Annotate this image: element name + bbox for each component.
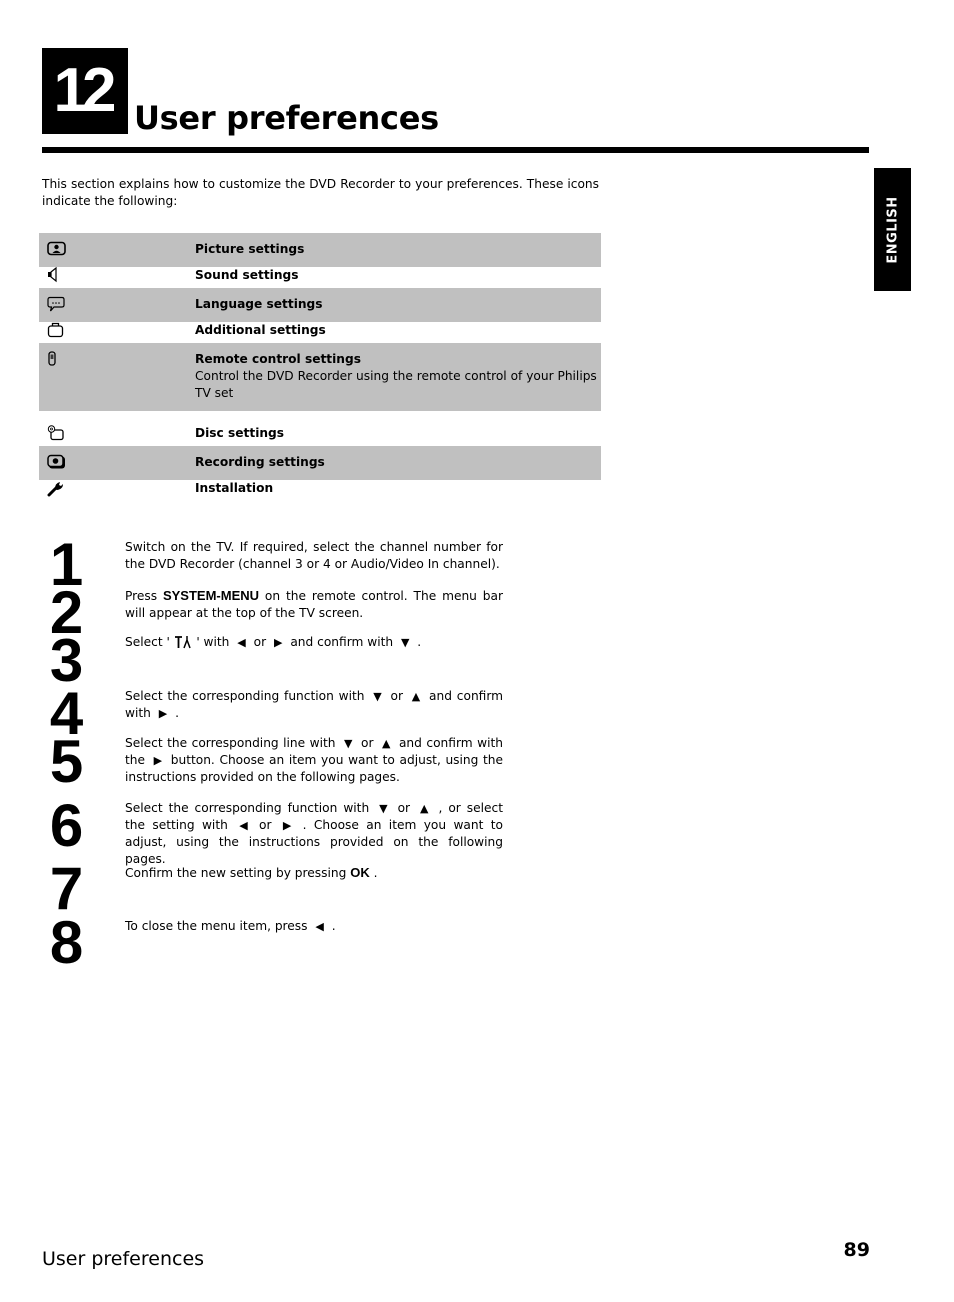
step-text: Confirm the new setting by pressing OK . (125, 865, 378, 880)
left-arrow-icon: ◀ (239, 819, 248, 832)
legend-row-installation: Installation (39, 480, 601, 501)
legend-row-language: Language settings (39, 288, 601, 322)
legend-label: Sound settings (195, 268, 299, 282)
legend-description: Control the DVD Recorder using the remot… (195, 369, 597, 400)
page-number: 89 (843, 1239, 870, 1261)
ok-key-label: OK (350, 865, 370, 880)
title-divider (42, 147, 869, 153)
legend-row-additional: Additional settings (39, 322, 601, 343)
legend-label: Picture settings (195, 242, 305, 256)
up-arrow-icon: ▲ (381, 737, 391, 750)
wrench-icon (47, 480, 67, 498)
language-tab: ENGLISH (874, 168, 911, 291)
down-arrow-icon: ▼ (373, 690, 382, 703)
legend-row-picture: Picture settings (39, 233, 601, 267)
right-arrow-icon: ▶ (282, 819, 292, 832)
chapter-number-badge: 12 (42, 48, 128, 134)
legend-label: Additional settings (195, 323, 326, 337)
briefcase-icon (47, 322, 67, 340)
step-text: Press SYSTEM-MENU on the remote control.… (125, 588, 503, 620)
left-arrow-icon: ◀ (315, 920, 324, 933)
legend-label: Remote control settings (195, 352, 361, 366)
step-text: Select ' ' with ◀ or ▶ and confirm with … (125, 635, 422, 649)
record-icon (47, 454, 67, 472)
legend-row-remote: Remote control settings Control the DVD … (39, 343, 601, 411)
icon-legend-table: Picture settings Sound settings Language… (39, 233, 601, 501)
step-text: Select the corresponding function with ▼… (125, 801, 503, 866)
speaker-icon (47, 267, 67, 285)
step-number: 5 (49, 728, 83, 795)
legend-label: Language settings (195, 297, 323, 311)
step-number: 6 (49, 792, 83, 859)
right-arrow-icon: ▶ (153, 754, 163, 767)
legend-label: Disc settings (195, 426, 285, 440)
down-arrow-icon: ▼ (344, 737, 353, 750)
step-text: Select the corresponding line with ▼ or … (125, 736, 503, 784)
disc-case-icon (47, 425, 67, 443)
down-arrow-icon: ▼ (379, 802, 388, 815)
down-arrow-icon: ▼ (400, 636, 410, 649)
intro-paragraph: This section explains how to customize t… (42, 177, 599, 208)
legend-row-recording: Recording settings (39, 446, 601, 480)
speech-bubble-icon (47, 296, 67, 314)
settings-symbol-icon (170, 635, 197, 649)
system-menu-key-label: SYSTEM-MENU (162, 588, 260, 603)
language-tab-label: ENGLISH (885, 195, 900, 264)
legend-spacer (39, 411, 601, 425)
step-text: Select the corresponding function with ▼… (125, 689, 504, 720)
right-arrow-icon: ▶ (158, 707, 168, 720)
right-arrow-icon: ▶ (273, 636, 283, 649)
page-title: User preferences (134, 99, 439, 137)
step-text: To close the menu item, press ◀ . (125, 919, 336, 933)
up-arrow-icon: ▲ (411, 690, 421, 703)
legend-row-sound: Sound settings (39, 267, 601, 288)
legend-label: Recording settings (195, 455, 325, 469)
legend-row-disc: Disc settings (39, 425, 601, 446)
up-arrow-icon: ▲ (420, 802, 429, 815)
remote-control-icon (47, 351, 67, 369)
legend-label: Installation (195, 481, 274, 495)
step-number: 8 (49, 909, 83, 976)
picture-icon (47, 241, 67, 259)
footer-section-title: User preferences (42, 1248, 205, 1270)
left-arrow-icon: ◀ (237, 636, 246, 649)
step-number: 7 (49, 855, 83, 922)
step-text: Switch on the TV. If required, select th… (125, 540, 503, 571)
